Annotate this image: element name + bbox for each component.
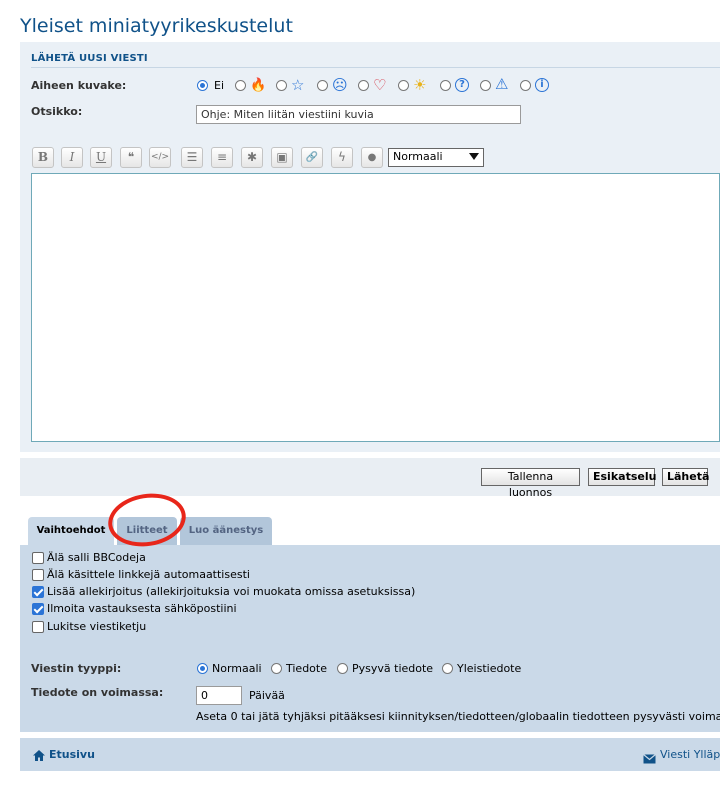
chevron-down-icon — [469, 153, 479, 160]
numbered-list-button[interactable]: ≡ — [211, 147, 233, 168]
quote-button[interactable]: ❝ — [120, 147, 142, 168]
icon-radio-lightbulb[interactable] — [398, 80, 409, 91]
duration-input[interactable]: 0 — [196, 686, 242, 705]
duration-help-text: Aseta 0 tai jätä tyhjäksi pitääksesi kii… — [196, 710, 720, 723]
option-checkbox-signature[interactable] — [32, 586, 44, 598]
option-label-notify: Ilmoita vastauksesta sähköpostiini — [47, 602, 237, 615]
fire-icon: 🔥 — [250, 78, 267, 93]
question-icon: ? — [455, 78, 469, 92]
link-button[interactable]: 🔗 — [301, 147, 323, 168]
post-type-radio-sticky[interactable] — [337, 663, 348, 674]
duration-unit: Päivää — [249, 689, 285, 702]
post-type-label: Viestin tyyppi: — [31, 662, 122, 675]
icon-radio-question[interactable] — [440, 80, 451, 91]
code-button[interactable]: </> — [149, 147, 171, 168]
topic-icon-label: Aiheen kuvake: — [31, 79, 127, 92]
option-checkbox-lock-topic[interactable] — [32, 621, 44, 633]
icon-radio-info[interactable] — [520, 80, 531, 91]
option-checkbox-notify[interactable] — [32, 603, 44, 615]
save-draft-button[interactable]: Tallenna luonnos — [481, 468, 580, 499]
tab-create-poll[interactable]: Luo äänestys — [180, 517, 272, 545]
contact-admin-link[interactable]: Viesti Ylläpidolle — [660, 748, 720, 761]
underline-button[interactable]: U — [90, 147, 112, 168]
icon-radio-star[interactable] — [276, 80, 287, 91]
message-textarea[interactable] — [31, 173, 720, 442]
post-type-sticky-label: Pysyvä tiedote — [352, 662, 434, 675]
post-type-radio-normal[interactable] — [197, 663, 208, 674]
post-type-global-label: Yleistiedote — [457, 662, 522, 675]
duration-label: Tiedote on voimassa: — [31, 686, 164, 699]
post-type-announcement-label: Tiedote — [286, 662, 327, 675]
option-checkbox-disable-links[interactable] — [32, 569, 44, 581]
list-button[interactable]: ☰ — [181, 147, 203, 168]
divider — [31, 67, 720, 68]
option-checkbox-disable-bbcode[interactable] — [32, 552, 44, 564]
post-type-radio-announcement[interactable] — [271, 663, 282, 674]
icon-radio-none[interactable] — [197, 80, 208, 91]
image-button[interactable]: ▣ — [271, 147, 293, 168]
icon-radio-sad[interactable] — [317, 80, 328, 91]
footer-nav — [20, 738, 720, 771]
section-title: LÄHETÄ UUSI VIESTI — [31, 53, 148, 64]
sad-face-icon: ☹ — [332, 76, 348, 94]
lightbulb-icon: ☀ — [413, 76, 427, 94]
list-item-button[interactable]: ✱ — [241, 147, 263, 168]
warning-icon: ⚠ — [495, 75, 509, 93]
icon-radio-fire[interactable] — [235, 80, 246, 91]
tab-options[interactable]: Vaihtoehdot — [28, 517, 114, 545]
option-label-disable-bbcode: Älä salli BBCodeja — [47, 551, 146, 564]
font-size-value: Normaali — [393, 150, 443, 163]
star-icon: ☆ — [291, 76, 305, 94]
info-icon: i — [535, 78, 549, 92]
page-title[interactable]: Yleiset miniatyyrikeskustelut — [20, 15, 293, 37]
option-label-lock-topic: Lukitse viestiketju — [47, 620, 147, 633]
home-icon — [32, 747, 46, 761]
post-type-radio-global[interactable] — [442, 663, 453, 674]
font-size-select[interactable]: Normaali — [388, 148, 484, 167]
color-button[interactable]: ● — [361, 147, 383, 168]
icon-radio-heart[interactable] — [358, 80, 369, 91]
italic-button[interactable]: I — [61, 147, 83, 168]
bold-button[interactable]: B — [32, 147, 54, 168]
icon-radio-warning[interactable] — [480, 80, 491, 91]
option-label-signature: Lisää allekirjoitus (allekirjoituksia vo… — [47, 585, 416, 598]
flash-button[interactable]: ϟ — [331, 147, 353, 168]
subject-input[interactable]: Ohje: Miten liitän viestiini kuvia — [196, 105, 521, 124]
option-label-disable-links: Älä käsittele linkkejä automaattisesti — [47, 568, 250, 581]
envelope-icon — [643, 749, 656, 764]
subject-label: Otsikko: — [31, 105, 83, 118]
icon-none-label: Ei — [214, 79, 225, 92]
preview-button[interactable]: Esikatselu — [588, 468, 656, 486]
post-type-normal-label: Normaali — [212, 662, 262, 675]
home-link[interactable]: Etusivu — [49, 748, 95, 761]
heart-icon: ♡ — [373, 76, 387, 94]
submit-button[interactable]: Lähetä — [662, 468, 709, 486]
